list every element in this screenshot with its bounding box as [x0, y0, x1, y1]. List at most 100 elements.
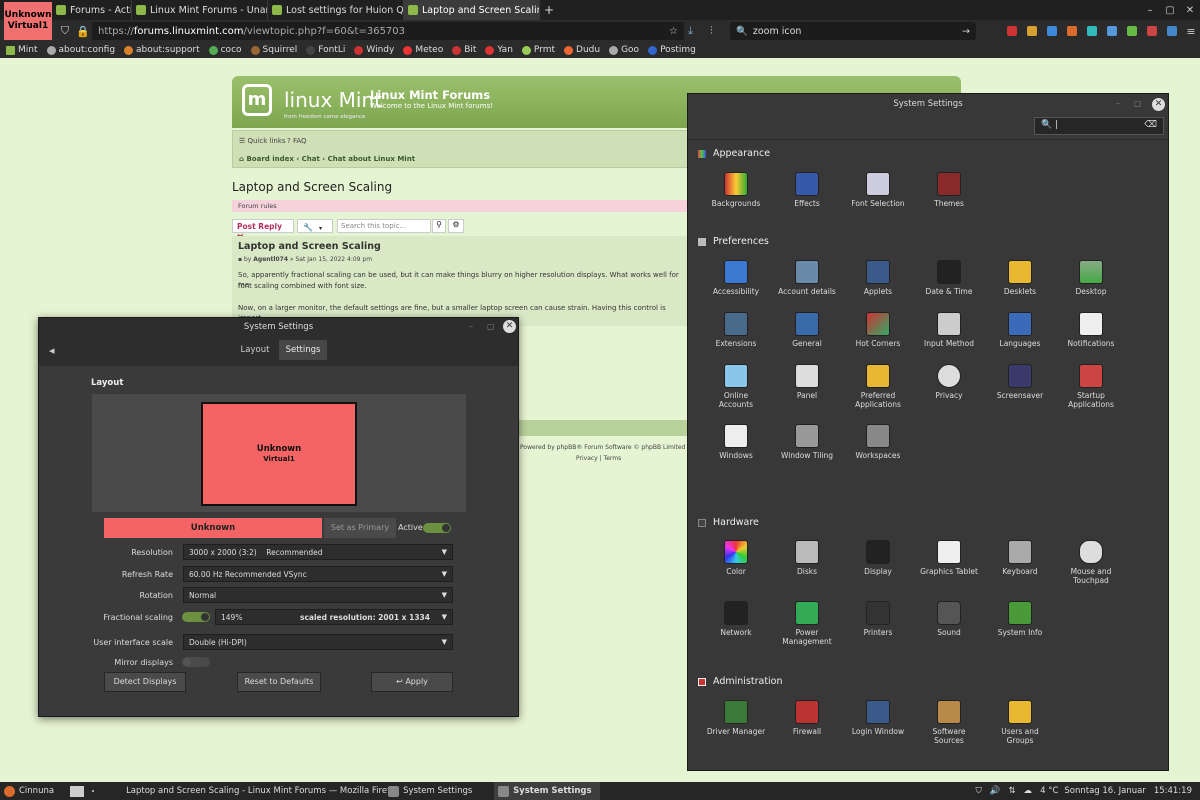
weather-temperature[interactable]: 4 °C	[1040, 786, 1058, 796]
bookmark-windy[interactable]: Windy	[354, 45, 394, 55]
taskbar-clock[interactable]: 15:41:19	[1154, 786, 1192, 796]
settings-preferred-applications[interactable]: Preferred Applications	[842, 364, 914, 409]
lock-icon[interactable]: 🔒	[74, 25, 92, 38]
faq-link[interactable]: ? FAQ	[287, 137, 307, 145]
bookmark-about-config[interactable]: about:config	[46, 45, 115, 55]
settings-date-time[interactable]: Date & Time	[913, 260, 985, 296]
tab-huion[interactable]: Lost settings for Huion Q62✕	[268, 0, 404, 20]
settings-online-accounts[interactable]: Online Accounts	[700, 364, 772, 409]
quick-links[interactable]: ☰ Quick links	[239, 137, 286, 145]
clear-icon[interactable]: ⌫	[1144, 120, 1157, 130]
breadcrumb-chat-about-mint[interactable]: Chat about Linux Mint	[328, 155, 415, 163]
active-toggle[interactable]	[423, 523, 451, 533]
fractional-scaling-toggle[interactable]	[182, 612, 210, 622]
weather-icon[interactable]: ☁	[1024, 786, 1033, 796]
back-arrow-icon[interactable]: ◂	[49, 344, 55, 357]
settings-search-input[interactable]: 🔍 | ⌫	[1034, 117, 1164, 135]
post-author[interactable]: Agentl074	[253, 256, 288, 263]
breadcrumb-chat[interactable]: Chat	[302, 155, 320, 163]
post-reply-button[interactable]: Post Reply ↩	[232, 219, 294, 240]
tab-laptop-scaling[interactable]: Laptop and Screen Scaling -✕	[404, 0, 540, 20]
extension-icon[interactable]	[1107, 26, 1117, 36]
extension-icon[interactable]	[1067, 26, 1077, 36]
settings-window-tiling[interactable]: Window Tiling	[771, 424, 843, 460]
search-input[interactable]: 🔍 zoom icon →	[730, 22, 976, 40]
gear-icon[interactable]: ⚙	[448, 219, 464, 233]
search-icon[interactable]: ⚲	[432, 219, 446, 233]
bookmark-about-support[interactable]: about:support	[124, 45, 200, 55]
extension-icon[interactable]	[1167, 26, 1177, 36]
bookmark-prmt[interactable]: Prmt	[521, 45, 555, 55]
maximize-icon[interactable]: ▢	[1160, 5, 1180, 16]
bookmark-goo[interactable]: Goo	[609, 45, 639, 55]
bookmark-dudu[interactable]: Dudu	[564, 45, 600, 55]
settings-workspaces[interactable]: Workspaces	[842, 424, 914, 460]
arrow-right-icon[interactable]: →	[962, 26, 970, 37]
refresh-rate-select[interactable]: 60.00 Hz Recommended VSync ▼	[183, 566, 453, 582]
settings-color[interactable]: Color	[700, 540, 772, 576]
settings-disks[interactable]: Disks	[771, 540, 843, 576]
bookmark-yan[interactable]: Yan	[485, 45, 513, 55]
monitor-tile[interactable]: Unknown Virtual1	[201, 402, 357, 506]
bookmark-bit[interactable]: Bit	[452, 45, 476, 55]
close-icon[interactable]: ✕	[1180, 5, 1200, 16]
settings-display[interactable]: Display	[842, 540, 914, 576]
extension-icon[interactable]	[1147, 26, 1157, 36]
settings-startup-applications[interactable]: Startup Applications	[1055, 364, 1127, 409]
settings-privacy[interactable]: Privacy	[913, 364, 985, 400]
new-tab-button[interactable]: +	[540, 0, 558, 20]
search-topic-input[interactable]: Search this topic...	[337, 219, 431, 233]
settings-screensaver[interactable]: Screensaver	[984, 364, 1056, 400]
taskbar-window-system-settings[interactable]: System Settings	[388, 785, 492, 797]
minimize-icon[interactable]: –	[469, 322, 473, 331]
network-icon[interactable]: ⇅	[1008, 786, 1015, 796]
settings-extensions[interactable]: Extensions	[700, 312, 772, 348]
taskbar-date[interactable]: Sonntag 16. Januar	[1064, 786, 1145, 796]
taskbar-window-firefox[interactable]: Laptop and Screen Scaling - Linux Mint F…	[122, 786, 388, 797]
set-primary-button[interactable]: Set as Primary	[324, 518, 396, 538]
extension-icon[interactable]	[1127, 26, 1137, 36]
settings-users-groups[interactable]: Users and Groups	[984, 700, 1056, 745]
settings-keyboard[interactable]: Keyboard	[984, 540, 1056, 576]
post-title[interactable]: Laptop and Screen Scaling	[238, 241, 381, 252]
shield-icon[interactable]: ⛉	[975, 786, 981, 796]
settings-themes[interactable]: Themes	[913, 172, 985, 208]
settings-notifications[interactable]: Notifications	[1055, 312, 1127, 348]
tab-unanswered[interactable]: Linux Mint Forums - Unansw✕	[132, 0, 268, 20]
settings-font-selection[interactable]: Font Selection	[842, 172, 914, 208]
settings-effects[interactable]: Effects	[771, 172, 843, 208]
ui-scale-select[interactable]: Double (Hi-DPI) ▼	[183, 634, 453, 650]
settings-account-details[interactable]: Account details	[771, 260, 843, 296]
settings-power-management[interactable]: Power Management	[771, 601, 843, 646]
start-menu-button[interactable]: Cinnuna	[4, 785, 54, 797]
settings-network[interactable]: Network	[700, 601, 772, 637]
apply-button[interactable]: ↩ Apply	[371, 672, 453, 692]
bookmark-fontli[interactable]: FontLi	[306, 45, 345, 55]
settings-firewall[interactable]: Firewall	[771, 700, 843, 736]
extension-icon[interactable]	[1007, 26, 1017, 36]
bookmark-mint[interactable]: Mint	[6, 45, 38, 55]
launcher-icon[interactable]	[70, 785, 85, 797]
settings-hot-corners[interactable]: Hot Corners	[842, 312, 914, 348]
minimize-icon[interactable]: –	[1140, 5, 1160, 16]
settings-graphics-tablet[interactable]: Graphics Tablet	[913, 540, 985, 576]
settings-languages[interactable]: Languages	[984, 312, 1056, 348]
settings-input-method[interactable]: Input Method	[913, 312, 985, 348]
bookmark-coco[interactable]: coco	[208, 45, 242, 55]
rotation-select[interactable]: Normal ▼	[183, 587, 453, 603]
settings-sound[interactable]: Sound	[913, 601, 985, 637]
terminal-icon[interactable]	[92, 790, 95, 792]
mirror-displays-toggle[interactable]	[182, 657, 210, 667]
volume-icon[interactable]: 🔊	[990, 786, 1001, 796]
footer-links[interactable]: Privacy | Terms	[576, 455, 621, 462]
extension-icon[interactable]	[1087, 26, 1097, 36]
detect-displays-button[interactable]: Detect Displays	[104, 672, 186, 692]
settings-software-sources[interactable]: Software Sources	[913, 700, 985, 745]
maximize-icon[interactable]: ▢	[1134, 99, 1142, 108]
extension-icon[interactable]	[1027, 26, 1037, 36]
close-icon[interactable]: ✕	[1152, 98, 1165, 111]
fractional-scaling-select[interactable]: 149% scaled resolution: 2001 x 1334 ▼	[215, 609, 453, 625]
url-bar[interactable]: https://forums.linuxmint.com/viewtopic.p…	[92, 22, 684, 40]
bookmark-postimg[interactable]: Postimg	[648, 45, 696, 55]
tab-layout[interactable]: Layout	[233, 340, 277, 360]
